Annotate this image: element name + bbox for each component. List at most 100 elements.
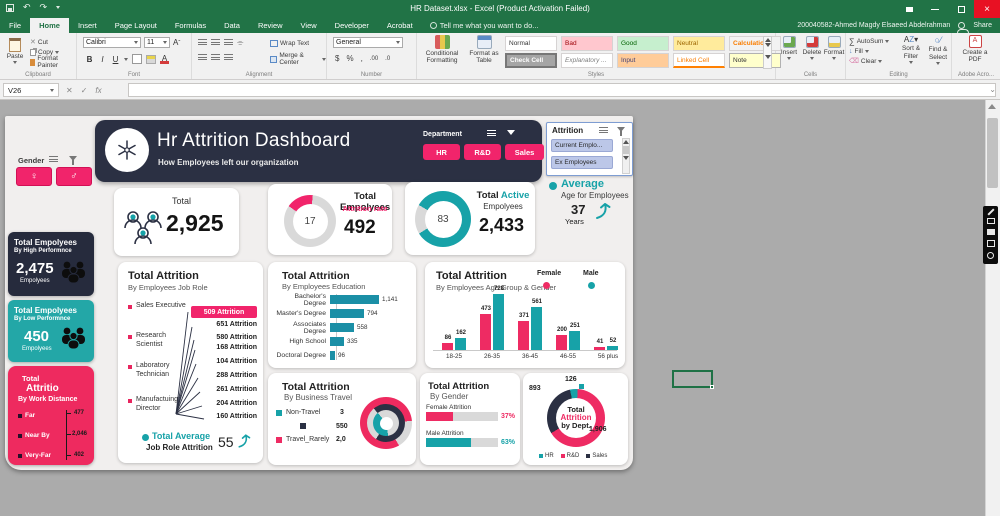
sort-filter-button[interactable]: AZ▾ Sort & Filter: [898, 35, 924, 64]
maximize-button[interactable]: [948, 0, 974, 18]
pen-icon[interactable]: [987, 209, 994, 216]
gender-button-male[interactable]: ♂: [56, 167, 92, 186]
bold-button[interactable]: B: [85, 55, 94, 64]
selected-cell[interactable]: [672, 370, 713, 388]
tab-formulas[interactable]: Formulas: [166, 18, 215, 33]
tab-home[interactable]: Home: [30, 18, 69, 33]
align-middle-icon[interactable]: [211, 39, 220, 47]
styles-gallery-scrollbar[interactable]: [763, 36, 772, 69]
department-multiselect-icon[interactable]: [487, 130, 496, 138]
format-as-table-button[interactable]: Format as Table: [465, 35, 503, 65]
percent-format-button[interactable]: %: [346, 54, 353, 63]
paste-button[interactable]: Paste: [3, 35, 27, 64]
tab-developer[interactable]: Developer: [326, 18, 378, 33]
attrition-item-ex[interactable]: Ex Employees: [551, 156, 613, 169]
gender-button-female[interactable]: ♀: [16, 167, 52, 186]
create-pdf-button[interactable]: A Create a PDF: [958, 35, 992, 64]
tell-me-box[interactable]: Tell me what you want to do...: [422, 18, 547, 33]
camera-icon[interactable]: [987, 218, 995, 224]
tab-page-layout[interactable]: Page Layout: [106, 18, 166, 33]
font-color-icon[interactable]: A: [160, 54, 169, 64]
comma-format-button[interactable]: ,: [361, 54, 363, 63]
attrition-multiselect-icon[interactable]: [599, 127, 608, 135]
gender-clear-filter-icon[interactable]: [69, 156, 77, 161]
department-button-sales[interactable]: Sales: [505, 144, 544, 160]
fill-button[interactable]: ↓Fill: [849, 46, 889, 56]
style-bad[interactable]: Bad: [561, 36, 613, 51]
autosum-button[interactable]: ∑AutoSum: [849, 36, 889, 46]
gear-icon[interactable]: [987, 252, 994, 259]
cut-button[interactable]: ✕Cut: [30, 37, 76, 47]
orientation-icon[interactable]: ⌯: [237, 38, 243, 48]
number-format-combo[interactable]: General: [333, 37, 403, 48]
delete-cells-button[interactable]: Delete: [801, 36, 823, 60]
style-check-cell[interactable]: Check Cell: [505, 53, 557, 68]
tab-acrobat[interactable]: Acrobat: [378, 18, 422, 33]
department-button-rd[interactable]: R&D: [464, 144, 501, 160]
style-input[interactable]: Input: [617, 53, 669, 68]
fill-color-icon[interactable]: [146, 55, 156, 64]
find-select-button[interactable]: ○⁄ Find & Select: [925, 35, 951, 65]
formula-input[interactable]: [128, 83, 996, 97]
scroll-up-icon[interactable]: [623, 140, 629, 144]
attrition-item-current[interactable]: Current Emplo...: [551, 139, 613, 152]
tab-data[interactable]: Data: [215, 18, 249, 33]
recorder-icon[interactable]: [987, 229, 995, 235]
font-size-combo[interactable]: 11: [144, 37, 170, 48]
display-settings-icon[interactable]: [896, 0, 922, 18]
align-right-icon[interactable]: [224, 54, 233, 62]
wrap-text-button[interactable]: Wrap Text: [270, 38, 309, 48]
underline-dropdown-icon[interactable]: [124, 58, 128, 61]
style-explanatory[interactable]: Explanatory ...: [561, 53, 613, 68]
align-center-icon[interactable]: [211, 54, 220, 62]
style-note[interactable]: Note: [729, 53, 781, 68]
share-button[interactable]: Share: [973, 22, 992, 29]
gender-multiselect-icon[interactable]: [49, 156, 58, 164]
align-bottom-icon[interactable]: [224, 39, 233, 47]
department-clear-filter-icon[interactable]: [507, 130, 515, 135]
conditional-formatting-button[interactable]: Conditional Formatting: [421, 35, 463, 65]
currency-format-button[interactable]: $: [335, 54, 339, 63]
name-box[interactable]: V26: [3, 83, 59, 97]
style-linked-cell[interactable]: Linked Cell: [673, 53, 725, 68]
department-button-hr[interactable]: HR: [423, 144, 460, 160]
style-calculation[interactable]: Calculation: [729, 36, 781, 51]
style-normal[interactable]: Normal: [505, 36, 557, 51]
vertical-align-buttons[interactable]: ⌯: [198, 38, 243, 48]
close-button[interactable]: ×: [974, 0, 1000, 18]
grow-font-button[interactable]: Aˆ: [173, 38, 180, 47]
align-top-icon[interactable]: [198, 39, 207, 47]
tab-file[interactable]: File: [0, 18, 30, 33]
horizontal-align-buttons[interactable]: [198, 54, 233, 62]
increase-decimal-button[interactable]: .00: [370, 56, 378, 62]
fx-icon[interactable]: fx: [95, 86, 101, 95]
tab-review[interactable]: Review: [249, 18, 292, 33]
underline-button[interactable]: U: [111, 55, 120, 64]
minimize-button[interactable]: [922, 0, 948, 18]
merge-center-button[interactable]: Merge & Center: [270, 54, 326, 64]
clear-button[interactable]: ⌫Clear: [849, 56, 889, 66]
scroll-up-icon[interactable]: [988, 104, 996, 109]
decrease-decimal-button[interactable]: .0: [385, 56, 390, 62]
borders-icon[interactable]: [132, 54, 142, 64]
tab-view[interactable]: View: [292, 18, 326, 33]
attrition-slicer-scrollbar[interactable]: [622, 138, 630, 174]
insert-cells-button[interactable]: Insert: [778, 36, 800, 60]
format-painter-button[interactable]: Format Painter: [30, 57, 76, 67]
collapse-formula-bar-icon[interactable]: ⌄: [989, 85, 996, 94]
align-left-icon[interactable]: [198, 54, 207, 62]
name-box-dropdown-icon[interactable]: [50, 89, 54, 92]
italic-button[interactable]: I: [98, 55, 107, 64]
attrition-clear-filter-icon[interactable]: [617, 127, 625, 132]
scroll-down-icon[interactable]: [623, 156, 629, 160]
cancel-formula-icon[interactable]: ✕: [66, 86, 73, 95]
format-cells-button[interactable]: Format: [823, 36, 845, 60]
fill-handle[interactable]: [710, 385, 714, 389]
tab-insert[interactable]: Insert: [69, 18, 106, 33]
font-name-combo[interactable]: Calibri: [83, 37, 141, 48]
window-icon[interactable]: [987, 240, 995, 247]
style-neutral[interactable]: Neutral: [673, 36, 725, 51]
enter-formula-icon[interactable]: ✓: [81, 86, 88, 95]
style-good[interactable]: Good: [617, 36, 669, 51]
scrollbar-thumb[interactable]: [987, 118, 998, 188]
